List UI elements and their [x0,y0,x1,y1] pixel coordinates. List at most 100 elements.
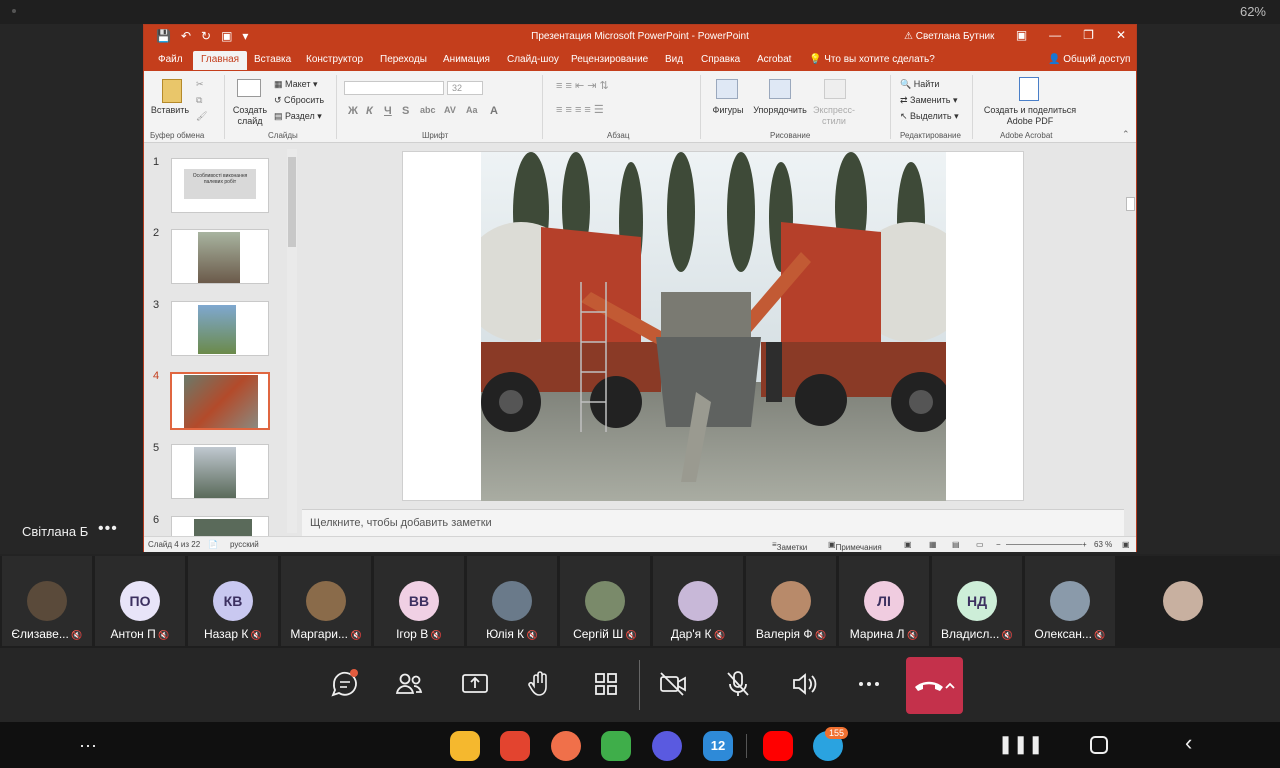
zoom-out-icon[interactable]: − [996,540,1001,549]
comments-toggle[interactable]: ▣ Примечания [828,540,882,552]
participant-tile[interactable]: Єлизаве... 🔇 [2,556,92,646]
participant-tile[interactable]: ЛІ Марина Л 🔇 [839,556,929,646]
participant-tile[interactable]: ПО Антон П 🔇 [95,556,185,646]
create-pdf-button[interactable]: Создать и поделиться Adobe PDF [978,105,1082,127]
more-options-icon[interactable] [849,664,889,704]
slide-sorter-icon[interactable]: ▦ [929,540,937,549]
calendar-app-icon[interactable]: 12 [703,731,733,761]
reading-view-icon[interactable]: ▤ [952,540,960,549]
participant-tile[interactable]: КВ Назар К 🔇 [188,556,278,646]
speaker-icon[interactable] [784,664,824,704]
spell-check-icon[interactable]: 📄 [208,540,218,549]
share-button[interactable]: 👤 Общий доступ [1048,54,1130,65]
notes-pane[interactable]: Щелкните, чтобы добавить заметки [302,509,1124,536]
files-app-icon[interactable] [450,731,480,761]
slide-thumbnail-4[interactable] [170,372,270,430]
participant-tile[interactable]: Юлія К 🔇 [467,556,557,646]
slide-scrollbar[interactable] [1124,144,1136,536]
underline-icon[interactable]: Ч [384,105,392,117]
language-label[interactable]: русский [230,540,259,549]
collapse-ribbon-icon[interactable]: ⌃ [1122,129,1130,140]
tab-animations[interactable]: Анимация [443,54,490,65]
participant-tile[interactable] [1138,556,1228,646]
font-name-field[interactable] [344,81,444,95]
slide-thumbnail-5[interactable] [171,444,269,499]
scroll-knob[interactable] [288,157,296,247]
new-slide-icon[interactable] [237,79,261,97]
zoom-in-icon[interactable]: + [1082,540,1087,549]
layout-button[interactable]: ▦ Макет ▾ [274,79,318,90]
slide-thumbnail-6[interactable] [171,516,269,536]
participant-tile[interactable]: НД Владисл... 🔇 [932,556,1022,646]
thumbnails-scrollbar[interactable] [287,149,297,533]
concrete-mixers-photo[interactable] [481,152,946,501]
bullets-icon[interactable]: ≡ ≡ ⇤ ⇥ ⇅ [556,81,609,92]
paste-button[interactable]: Вставить [150,105,190,116]
arrange-icon[interactable] [769,79,791,99]
restore-icon[interactable]: ❐ [1083,28,1094,42]
italic-icon[interactable]: К [366,105,373,117]
share-screen-icon[interactable] [455,664,495,704]
home-icon[interactable] [1090,736,1108,754]
participant-tile[interactable]: Дар'я К 🔇 [653,556,743,646]
shapes-icon[interactable] [716,79,738,99]
notes-app-icon[interactable] [500,731,530,761]
tab-transitions[interactable]: Переходы [380,54,427,65]
slideshow-view-icon[interactable]: ▭ [976,540,984,549]
reset-button[interactable]: ↺ Сбросить [274,95,324,106]
tab-home[interactable]: Главная [193,51,248,70]
presenter-more-icon[interactable]: ••• [98,520,118,538]
ribbon-display-icon[interactable]: ▣ [1016,28,1027,42]
shapes-button[interactable]: Фигуры [708,105,748,116]
participants-icon[interactable] [390,664,430,704]
current-slide[interactable] [402,151,1024,501]
font-size-field[interactable]: 32 [447,81,483,95]
view-grid-icon[interactable] [586,664,626,704]
paste-icon[interactable] [162,79,182,103]
contacts-app-icon[interactable] [551,731,581,761]
recents-icon[interactable]: ❚❚❚ [998,734,1043,755]
quick-styles-button[interactable]: Экспресс-стили [812,105,856,127]
new-slide-button[interactable]: Создать слайд [230,105,270,127]
tab-review[interactable]: Рецензирование [571,54,648,65]
fit-slide-icon[interactable]: ▣ [1122,540,1130,549]
minimize-icon[interactable]: — [1049,28,1061,42]
font-color-icon[interactable]: A [490,105,498,117]
slide-thumbnail-3[interactable] [171,301,269,356]
calculator-app-icon[interactable] [601,731,631,761]
bold-icon[interactable]: Ж [348,105,358,117]
cut-icon[interactable]: ✂ [196,79,204,90]
format-painter-icon[interactable]: 🖌 [196,111,207,122]
participant-tile[interactable]: Сергій Ш 🔇 [560,556,650,646]
tab-insert[interactable]: Вставка [254,54,291,65]
strikethrough-icon[interactable]: abc [420,105,436,115]
tab-view[interactable]: Вид [665,54,683,65]
leave-call-button[interactable] [906,657,963,714]
participant-tile[interactable]: Олексан... 🔇 [1025,556,1115,646]
app-drawer-icon[interactable]: ⋯ [73,731,103,761]
change-case-icon[interactable]: Aa [466,105,478,115]
slide-thumbnail-1[interactable]: Особливості виконання палевих робіт [171,158,269,213]
replace-button[interactable]: ⇄ Заменить ▾ [900,95,958,106]
scroll-knob[interactable] [1126,197,1135,211]
pdf-icon[interactable] [1019,77,1039,101]
zoom-slider[interactable] [1006,544,1082,545]
participant-tile[interactable]: ВВ Ігор В 🔇 [374,556,464,646]
tab-file[interactable]: Файл [158,54,183,65]
select-button[interactable]: ↖ Выделить ▾ [900,111,959,122]
tab-help[interactable]: Справка [701,54,740,65]
notes-toggle[interactable]: ≡ Заметки [772,540,807,552]
section-button[interactable]: ▤ Раздел ▾ [274,111,322,122]
participant-tile[interactable]: Маргари... 🔇 [281,556,371,646]
user-name[interactable]: ⚠ Светлана Бутник [904,31,994,42]
close-icon[interactable]: ✕ [1116,28,1126,42]
back-icon[interactable]: ‹ [1185,730,1192,756]
youtube-app-icon[interactable] [763,731,793,761]
shadow-icon[interactable]: S [402,105,409,117]
align-icons[interactable]: ≡ ≡ ≡ ≡ ☰ [556,105,604,116]
tell-me-search[interactable]: 💡 Что вы хотите сделать? [809,54,935,65]
arrange-button[interactable]: Упорядочить [748,105,812,116]
raise-hand-icon[interactable] [520,664,560,704]
slide-thumbnail-2[interactable] [171,229,269,284]
char-spacing-icon[interactable]: AV [444,105,456,115]
